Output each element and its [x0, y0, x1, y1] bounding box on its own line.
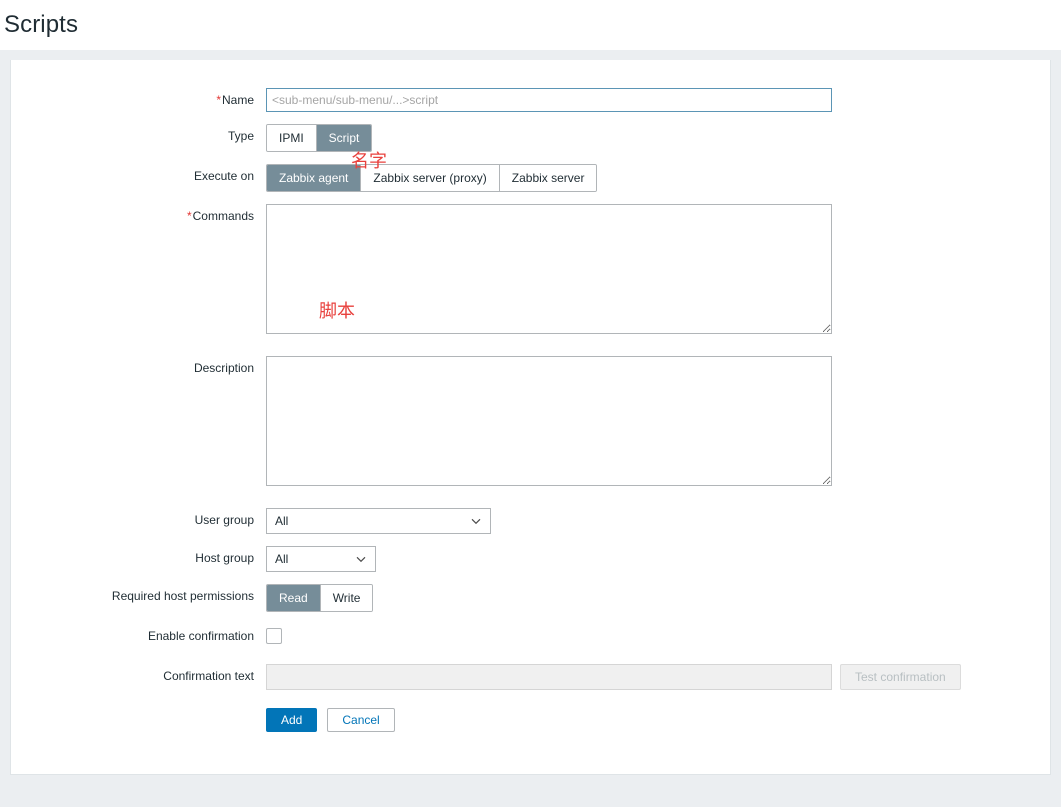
page-header: Scripts: [0, 0, 1061, 50]
form-row-commands: *Commands: [11, 204, 1050, 334]
name-input[interactable]: [266, 88, 832, 112]
add-button[interactable]: Add: [266, 708, 318, 732]
page-title: Scripts: [4, 11, 79, 38]
form-row-confirmation-text: Confirmation text Test confirmation: [11, 664, 1050, 690]
cancel-button[interactable]: Cancel: [327, 708, 395, 732]
field-name: [266, 88, 832, 112]
test-confirmation-button[interactable]: Test confirmation: [840, 664, 961, 690]
host-permissions-option-read[interactable]: Read: [267, 585, 321, 611]
type-toggle-group: IPMI Script: [266, 124, 373, 152]
form-row-actions: Add Cancel: [11, 708, 1050, 732]
form-row-host-group: Host group All: [11, 546, 1050, 572]
type-option-script[interactable]: Script: [316, 125, 372, 151]
description-textarea[interactable]: [266, 356, 832, 486]
form-row-user-group: User group All: [11, 508, 1050, 534]
label-commands: *Commands: [186, 209, 254, 223]
field-host-permissions: Read Write: [266, 584, 374, 612]
label-confirmation-text: Confirmation text: [163, 669, 254, 683]
required-asterisk-commands: *: [186, 209, 192, 223]
field-enable-confirmation: [266, 624, 282, 647]
field-type: IPMI Script: [266, 124, 373, 152]
execute-on-option-zabbix-server[interactable]: Zabbix server: [499, 165, 597, 191]
user-group-selected-value: All: [275, 514, 289, 528]
user-group-select-wrap: All: [266, 508, 491, 534]
commands-textarea[interactable]: [266, 204, 832, 334]
form-row-name: *Name: [11, 88, 1050, 112]
header-separator: [0, 50, 1061, 60]
execute-on-option-zabbix-server-proxy[interactable]: Zabbix server (proxy): [361, 165, 500, 191]
label-user-group: User group: [194, 513, 254, 527]
host-group-select[interactable]: All: [266, 546, 376, 572]
host-permissions-toggle-group: Read Write: [266, 584, 374, 612]
field-host-group: All: [266, 546, 376, 572]
form-row-execute-on: Execute on Zabbix agent Zabbix server (p…: [11, 164, 1050, 192]
label-type: Type: [227, 129, 254, 143]
chevron-down-icon: [471, 518, 481, 525]
user-group-select[interactable]: All: [266, 508, 491, 534]
label-host-permissions: Required host permissions: [111, 589, 254, 603]
field-execute-on: Zabbix agent Zabbix server (proxy) Zabbi…: [266, 164, 598, 192]
chevron-down-icon: [356, 556, 366, 563]
enable-confirmation-checkbox[interactable]: [266, 628, 282, 644]
host-group-selected-value: All: [275, 552, 289, 566]
confirmation-text-input[interactable]: [266, 664, 832, 690]
label-execute-on: Execute on: [193, 169, 254, 183]
form-row-type: Type IPMI Script: [11, 124, 1050, 152]
form-row-host-permissions: Required host permissions Read Write: [11, 584, 1050, 612]
label-host-group: Host group: [195, 551, 254, 565]
label-name: *Name: [216, 93, 254, 107]
field-confirmation-text: Test confirmation: [266, 664, 961, 690]
execute-on-toggle-group: Zabbix agent Zabbix server (proxy) Zabbi…: [266, 164, 598, 192]
required-asterisk-name: *: [216, 93, 221, 107]
host-permissions-option-write[interactable]: Write: [320, 585, 373, 611]
form-row-enable-confirmation: Enable confirmation: [11, 624, 1050, 648]
host-group-select-wrap: All: [266, 546, 376, 572]
type-option-ipmi[interactable]: IPMI: [267, 125, 317, 151]
field-description: [266, 356, 832, 486]
script-form-card: *Name Type IPMI Script Execute on Zabbix…: [10, 60, 1051, 775]
field-user-group: All: [266, 508, 491, 534]
field-commands: [266, 204, 832, 334]
label-description: Description: [193, 361, 254, 375]
field-actions: Add Cancel: [266, 708, 395, 732]
label-enable-confirmation: Enable confirmation: [147, 629, 254, 643]
execute-on-option-zabbix-agent[interactable]: Zabbix agent: [267, 165, 362, 191]
form-row-description: Description: [11, 356, 1050, 486]
